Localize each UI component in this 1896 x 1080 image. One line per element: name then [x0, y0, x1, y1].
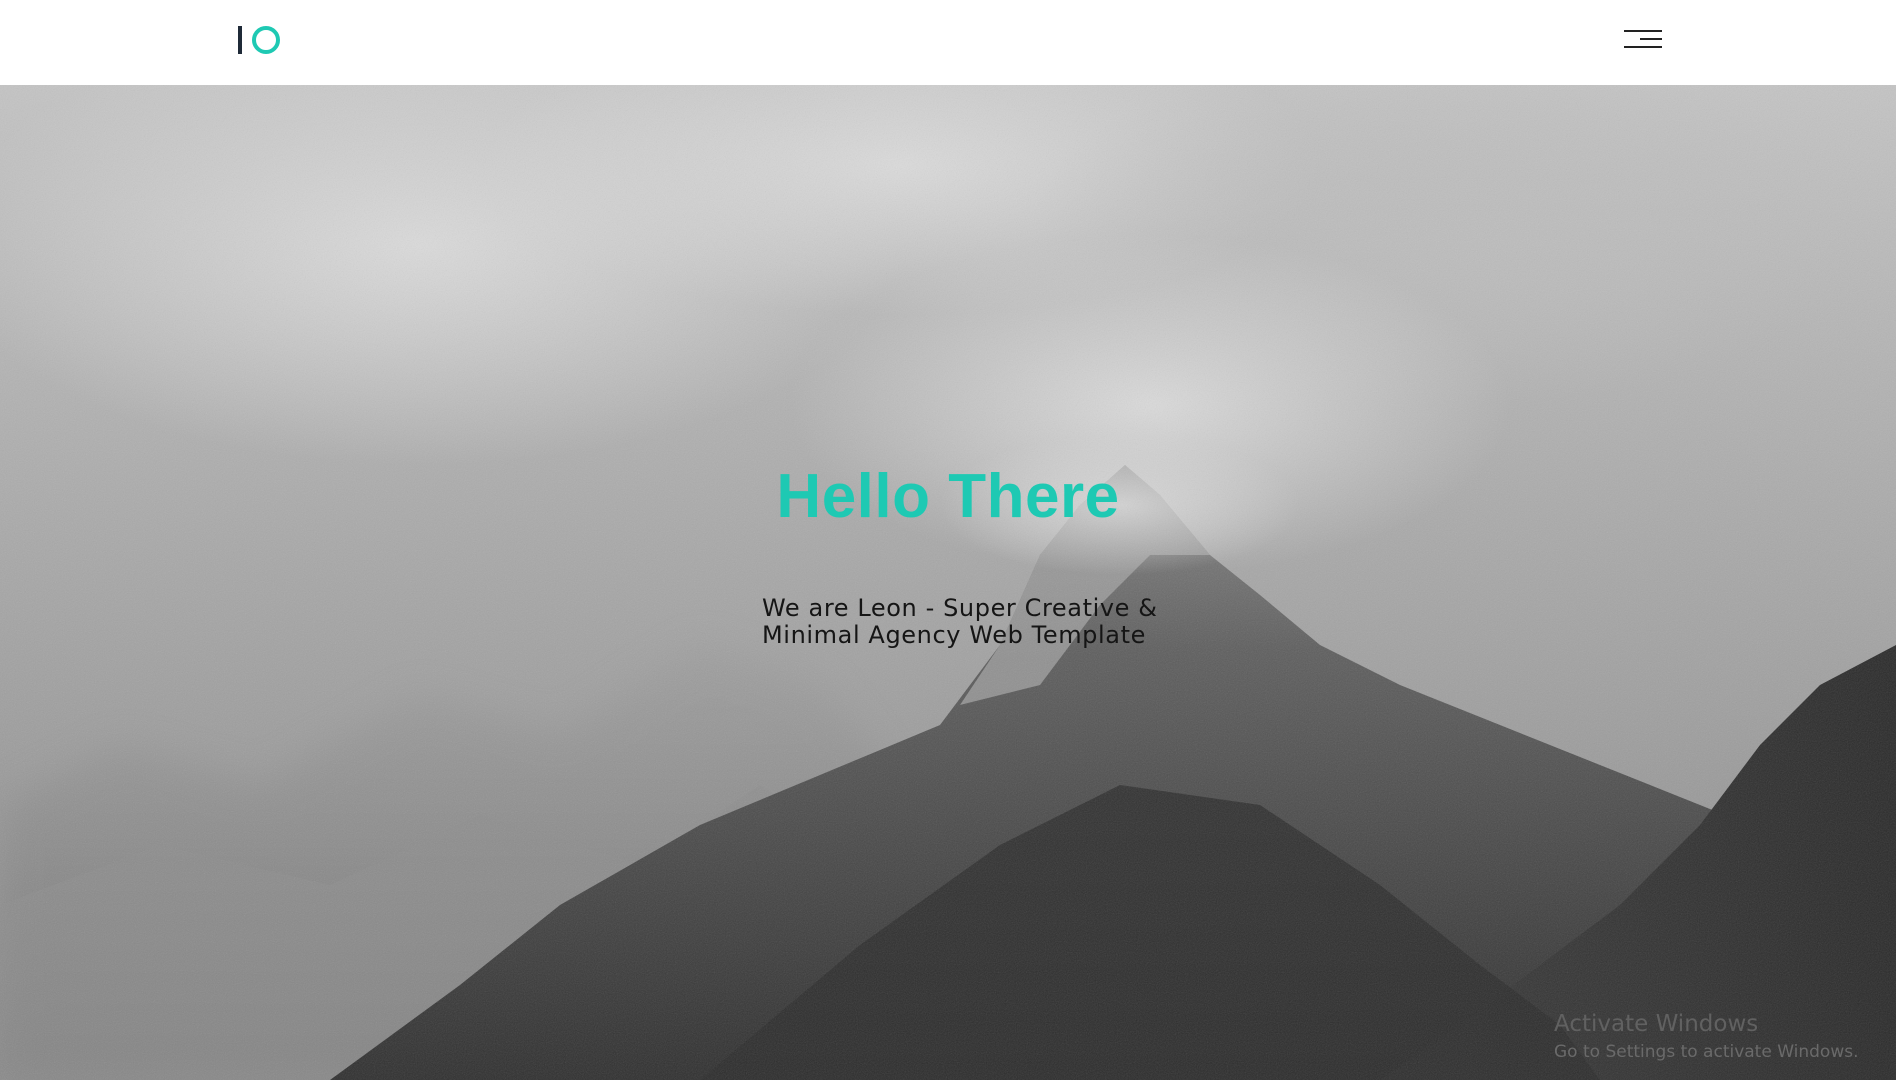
hero-subtitle: We are Leon - Super Creative & Minimal A… [762, 595, 1182, 649]
navbar [0, 0, 1896, 85]
hamburger-menu-button[interactable] [1622, 24, 1662, 54]
activate-windows-subtitle: Go to Settings to activate Windows. [1554, 1042, 1859, 1062]
menu-line-icon [1624, 30, 1662, 32]
hero-title: Hello There [776, 462, 1120, 531]
mountain-background-image [0, 85, 1896, 1080]
logo-bar-icon [238, 26, 242, 54]
menu-line-icon [1640, 38, 1662, 40]
hero-section: Hello There We are Leon - Super Creative… [0, 85, 1896, 1080]
hero-subtitle-line-2: Minimal Agency Web Template [762, 621, 1146, 649]
menu-line-icon [1624, 46, 1662, 48]
activate-windows-watermark: Activate Windows Go to Settings to activ… [1554, 1009, 1874, 1065]
site-logo[interactable] [238, 25, 280, 55]
activate-windows-title: Activate Windows [1554, 1011, 1759, 1037]
logo-ring-icon [252, 26, 280, 54]
hero-subtitle-line-1: We are Leon - Super Creative & [762, 594, 1158, 622]
